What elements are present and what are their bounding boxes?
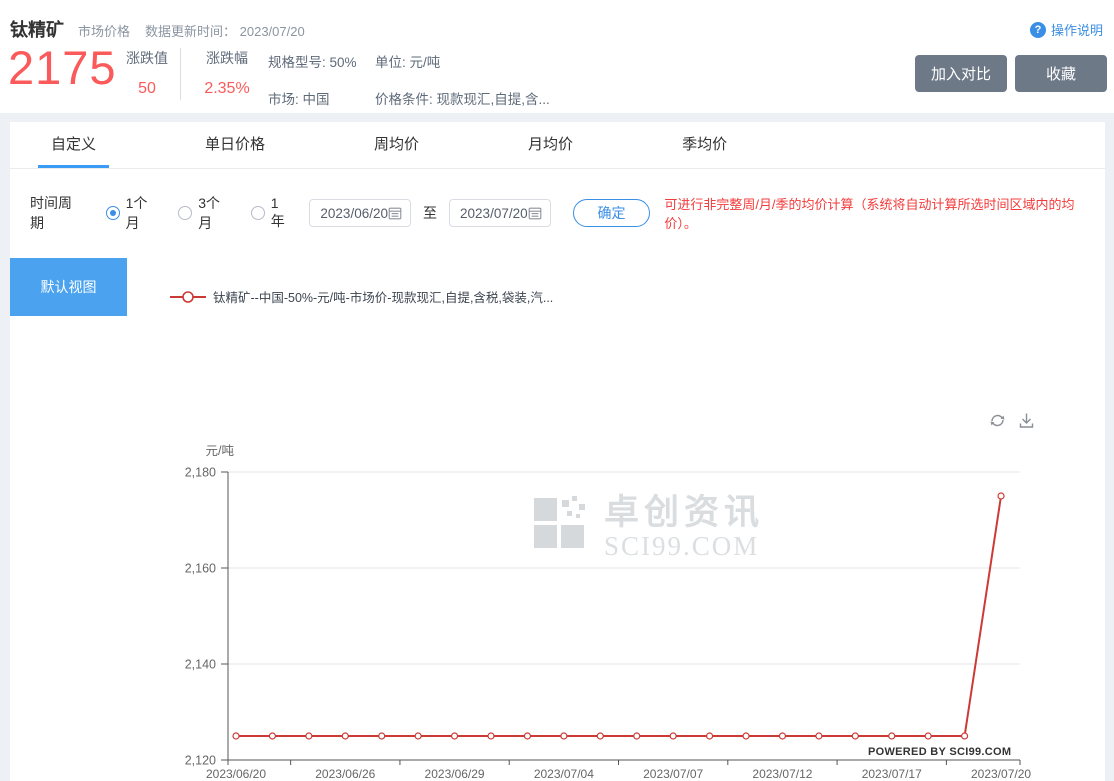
change-pct-block: 涨跌幅 2.35%: [192, 48, 262, 98]
price-type-label: 市场价格: [78, 21, 130, 40]
default-view-button[interactable]: 默认视图: [10, 258, 127, 316]
help-link[interactable]: ? 操作说明: [1030, 20, 1103, 39]
time-period-controls: 时间周期 1个月 3个月 1年 2023/06/20: [30, 198, 1105, 228]
update-time-label: 数据更新时间：: [145, 24, 236, 39]
svg-text:2,140: 2,140: [185, 658, 216, 672]
refresh-icon[interactable]: [988, 411, 1007, 430]
change-value: 50: [112, 80, 182, 98]
legend-line-marker-icon: [170, 291, 206, 303]
svg-text:2023/07/07: 2023/07/07: [643, 767, 703, 781]
svg-text:2023/06/26: 2023/06/26: [315, 767, 375, 781]
download-icon[interactable]: [1017, 411, 1036, 430]
svg-text:2,160: 2,160: [185, 562, 216, 576]
change-value-block: 涨跌值 50: [112, 48, 182, 98]
svg-text:2023/06/20: 2023/06/20: [206, 767, 266, 781]
svg-text:2023/07/12: 2023/07/12: [752, 767, 812, 781]
chart-toolbar: [988, 411, 1036, 430]
svg-text:2023/07/20: 2023/07/20: [971, 767, 1031, 781]
legend-label: 钛精矿--中国-50%-元/吨-市场价-现款现汇,自提,含税,袋装,汽...: [213, 287, 553, 306]
radio-1-month[interactable]: 1个月: [106, 193, 162, 233]
calendar-icon[interactable]: [528, 206, 542, 220]
tab-daily-price[interactable]: 单日价格: [197, 122, 273, 168]
period-label: 时间周期: [30, 193, 86, 233]
unit-label: 单位: 元/吨: [375, 51, 440, 71]
radio-1-year[interactable]: 1年: [251, 195, 293, 231]
end-date-input[interactable]: 2023/07/20: [449, 199, 551, 227]
calendar-icon[interactable]: [388, 206, 402, 220]
radio-dot-icon[interactable]: [251, 206, 265, 220]
favorite-button[interactable]: 收藏: [1015, 55, 1107, 92]
page-title: 钛精矿: [10, 16, 64, 42]
radio-3-months[interactable]: 3个月: [178, 193, 234, 233]
question-icon[interactable]: ?: [1030, 22, 1046, 38]
price-detail-page: 钛精矿 市场价格 数据更新时间： 2023/07/20 2175 涨跌值 50 …: [0, 0, 1114, 781]
tab-weekly-average[interactable]: 周均价: [366, 122, 427, 168]
radio-dot-icon[interactable]: [178, 206, 192, 220]
chart-legend[interactable]: 钛精矿--中国-50%-元/吨-市场价-现款现汇,自提,含税,袋装,汽...: [170, 287, 553, 306]
average-calc-notice: 可进行非完整周/月/季的均价计算（系统将自动计算所选时间区域内的均价）。: [664, 194, 1105, 232]
header: 钛精矿 市场价格 数据更新时间： 2023/07/20 2175 涨跌值 50 …: [0, 0, 1114, 113]
help-link-label[interactable]: 操作说明: [1051, 20, 1103, 39]
svg-text:2,180: 2,180: [185, 466, 216, 480]
date-range-to-label: 至: [423, 203, 437, 223]
tab-quarterly-average[interactable]: 季均价: [674, 122, 735, 168]
price-condition-label: 价格条件: 现款现汇,自提,含...: [375, 88, 550, 108]
change-value-label: 涨跌值: [112, 48, 182, 68]
powered-by-label: POWERED BY SCI99.COM: [868, 746, 1011, 758]
change-pct: 2.35%: [192, 80, 262, 98]
svg-text:2,120: 2,120: [185, 754, 216, 768]
market-label: 市场: 中国: [268, 88, 330, 108]
end-date-value[interactable]: 2023/07/20: [460, 206, 528, 221]
change-pct-label: 涨跌幅: [192, 48, 262, 68]
add-to-compare-button[interactable]: 加入对比: [915, 55, 1007, 92]
start-date-input[interactable]: 2023/06/20: [309, 199, 411, 227]
divider: [180, 48, 181, 100]
update-time: 数据更新时间： 2023/07/20: [145, 21, 305, 40]
svg-text:2023/06/29: 2023/06/29: [425, 767, 485, 781]
svg-text:2023/07/04: 2023/07/04: [534, 767, 594, 781]
svg-text:元/吨: 元/吨: [206, 444, 235, 458]
tab-bar: 自定义 单日价格 周均价 月均价 季均价: [10, 122, 1105, 169]
tab-custom[interactable]: 自定义: [43, 122, 104, 168]
start-date-value[interactable]: 2023/06/20: [320, 206, 388, 221]
current-price: 2175: [8, 40, 117, 95]
spec-label: 规格型号: 50%: [268, 51, 357, 71]
price-chart[interactable]: 2,120 2,140 2,160 2,180 元/吨 2023/06/20 2023/06…: [0, 440, 1114, 781]
svg-text:2023/07/17: 2023/07/17: [862, 767, 922, 781]
tab-monthly-average[interactable]: 月均价: [520, 122, 581, 168]
confirm-button[interactable]: 确定: [573, 199, 651, 227]
update-time-value: 2023/07/20: [240, 24, 305, 39]
radio-dot-icon[interactable]: [106, 206, 120, 220]
